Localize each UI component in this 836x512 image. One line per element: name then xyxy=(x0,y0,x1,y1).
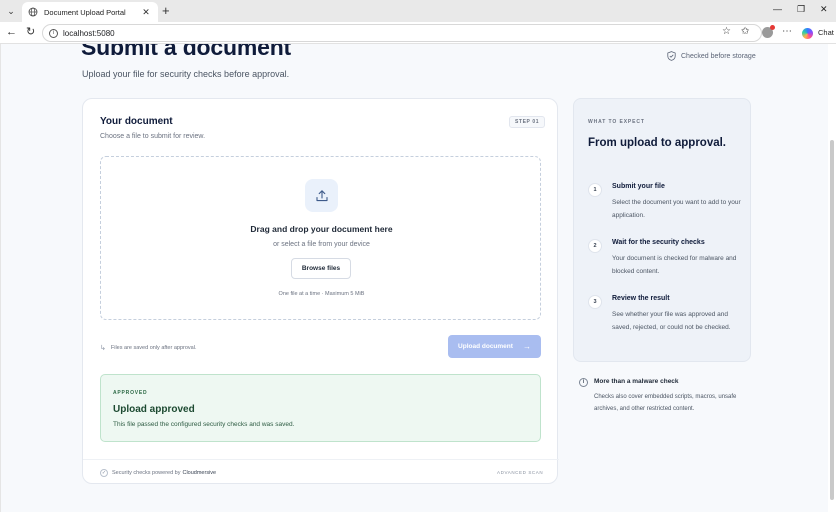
checked-label: Checked before storage xyxy=(681,52,756,60)
tab-title: Document Upload Portal xyxy=(44,7,126,17)
step-description: See whether your file was approved and s… xyxy=(612,311,731,331)
more-icon[interactable]: ⋯ xyxy=(782,26,792,37)
checked-before-storage: Checked before storage xyxy=(667,51,756,61)
upload-document-button[interactable]: Upload document → xyxy=(448,335,541,358)
step-title: Submit your file xyxy=(612,183,665,190)
file-dropzone[interactable]: Drag and drop your document here or sele… xyxy=(100,156,541,320)
globe-icon xyxy=(28,7,38,17)
step-description: Select the document you want to add to y… xyxy=(612,199,741,219)
reload-icon[interactable]: ↻ xyxy=(26,25,35,38)
saved-note: ↳ Files are saved only after approval. xyxy=(100,344,196,352)
side-eyebrow: WHAT TO EXPECT xyxy=(588,119,645,125)
notification-dot xyxy=(770,25,775,30)
browse-files-button[interactable]: Browse files xyxy=(291,258,351,279)
powered-brand: Cloudmersive xyxy=(182,470,217,476)
tab-menu-icon[interactable]: ⌄ xyxy=(4,4,18,18)
address-bar[interactable]: i localhost:5080 xyxy=(42,24,762,42)
restore-icon[interactable]: ❐ xyxy=(797,4,805,15)
close-window-icon[interactable]: ✕ xyxy=(820,4,828,15)
saved-note-text: Files are saved only after approval. xyxy=(110,345,197,351)
shield-check-icon xyxy=(667,51,676,61)
result-title: Upload approved xyxy=(113,404,195,415)
url-text: localhost:5080 xyxy=(63,28,115,38)
result-text: This file passed the configured security… xyxy=(113,421,295,428)
info-title: More than a malware check xyxy=(594,378,679,385)
page-title: Submit a document xyxy=(81,44,292,60)
step-title: Wait for the security checks xyxy=(612,239,705,246)
favorites-icon[interactable]: ✩ xyxy=(741,26,749,37)
info-icon[interactable]: i xyxy=(49,28,58,38)
check-circle-icon: ✓ xyxy=(100,469,108,477)
advanced-scan-label: ADVANCED SCAN xyxy=(497,470,544,475)
page-viewport: Submit a document Upload your file for s… xyxy=(0,44,836,512)
browser-tab[interactable]: Document Upload Portal ✕ xyxy=(22,2,158,22)
dropzone-note: One file at a time · Maximum 5 MiB xyxy=(278,291,365,297)
browser-toolbar: ← ↻ i localhost:5080 ☆ ✩ ⋯ Chat xyxy=(0,22,836,44)
dropzone-title: Drag and drop your document here xyxy=(250,224,393,234)
page: Submit a document Upload your file for s… xyxy=(1,44,829,512)
scroll-thumb[interactable] xyxy=(830,140,834,500)
step-number: 1 xyxy=(588,183,602,197)
step-number: 3 xyxy=(588,295,602,309)
step-number: 2 xyxy=(588,239,602,253)
upload-button-label: Upload document xyxy=(458,343,513,350)
minimize-icon[interactable]: — xyxy=(773,4,782,14)
info-text: Checks also cover embedded scripts, macr… xyxy=(594,394,737,412)
card-title: Your document xyxy=(100,116,173,127)
page-scrollbar[interactable] xyxy=(828,44,836,512)
result-eyebrow: APPROVED xyxy=(113,390,148,396)
tab-strip: ⌄ Document Upload Portal ✕ + — ❐ ✕ xyxy=(0,0,836,22)
chat-label[interactable]: Chat xyxy=(818,28,834,37)
step-description: Your document is checked for malware and… xyxy=(612,255,737,275)
step-title: Review the result xyxy=(612,295,670,302)
arrow-right-icon: → xyxy=(522,342,531,351)
powered-by: ✓ Security checks powered by Cloudmersiv… xyxy=(100,469,216,477)
page-subtitle: Upload your file for security checks bef… xyxy=(82,69,290,79)
powered-prefix: Security checks powered by xyxy=(112,470,181,476)
star-icon[interactable]: ☆ xyxy=(722,26,731,37)
close-icon[interactable]: ✕ xyxy=(140,7,152,18)
copilot-icon[interactable] xyxy=(802,28,813,39)
info-circle-icon: i xyxy=(579,378,588,387)
side-title: From upload to approval. xyxy=(588,137,727,149)
result-panel: APPROVED Upload approved This file passe… xyxy=(100,374,541,442)
plus-icon[interactable]: + xyxy=(162,4,170,18)
card-subtitle: Choose a file to submit for review. xyxy=(100,133,206,140)
dropzone-subtitle: or select a file from your device xyxy=(273,241,370,248)
what-to-expect-panel: WHAT TO EXPECT From upload to approval. … xyxy=(573,98,751,362)
upload-icon xyxy=(305,179,338,212)
return-arrow-icon: ↳ xyxy=(100,345,106,352)
card-footer: ✓ Security checks powered by Cloudmersiv… xyxy=(83,459,559,485)
step-badge: STEP 01 xyxy=(509,116,546,128)
document-card: Your document Choose a file to submit fo… xyxy=(82,98,559,485)
back-icon[interactable]: ← xyxy=(6,26,17,38)
